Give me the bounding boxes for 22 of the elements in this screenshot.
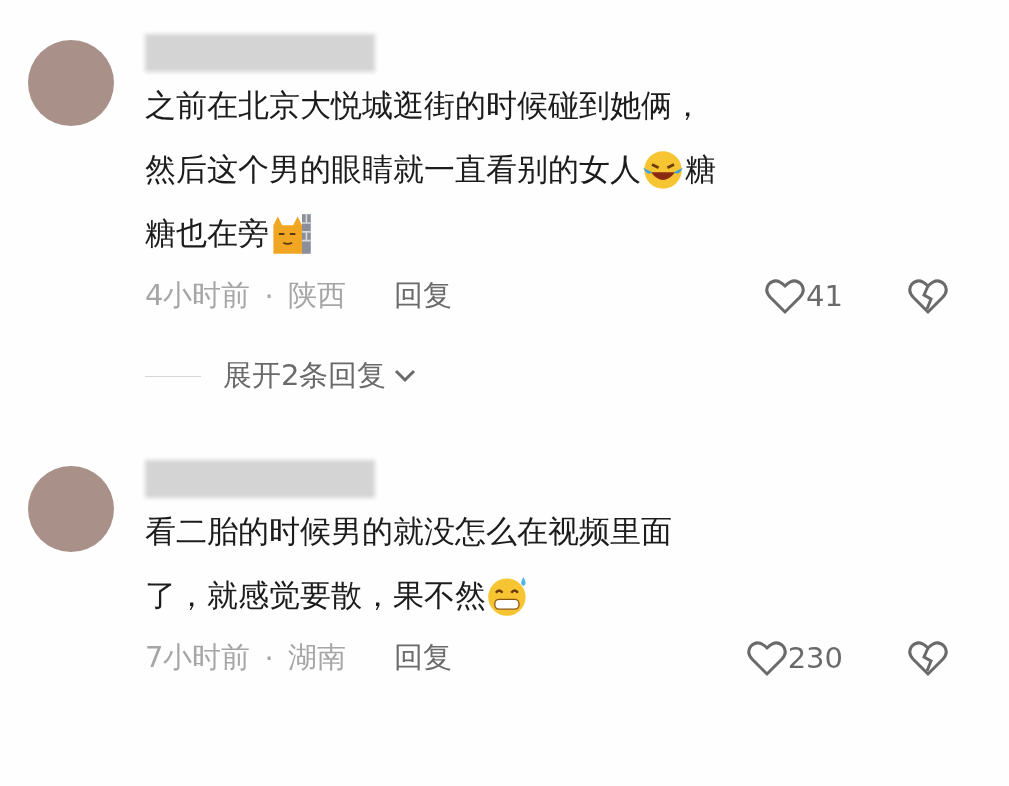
expand-replies-button[interactable]: 展开2条回复 — [223, 356, 419, 396]
reply-button[interactable]: 回复 — [393, 638, 452, 678]
laughing-tears-emoji-icon — [641, 148, 685, 192]
comment-text: 之前在北京大悦城逛街的时候碰到她俩， — [145, 86, 703, 125]
separator-dot: · — [264, 641, 274, 675]
heart-icon[interactable] — [764, 276, 807, 316]
comment-text: 看二胎的时候男的就没怎么在视频里面 — [145, 512, 672, 551]
comment-text: 然后这个男的眼睛就一直看别的女人 — [145, 150, 641, 189]
comment-region: 陕西 — [287, 277, 346, 314]
separator-dot: · — [264, 279, 274, 313]
comment-text: 了，就感觉要散，果不然 — [145, 576, 486, 615]
comment-region: 湖南 — [287, 639, 346, 676]
comment-time: 7小时前 — [145, 639, 251, 676]
comment-text: 糖也在旁 — [145, 214, 269, 253]
reply-button[interactable]: 回复 — [393, 276, 452, 316]
like-count: 230 — [787, 641, 843, 675]
comment-text: 糖 — [685, 150, 716, 189]
broken-heart-icon[interactable] — [907, 638, 949, 678]
broken-heart-icon[interactable] — [907, 276, 949, 316]
heart-icon[interactable] — [745, 638, 788, 678]
comment-time: 4小时前 — [145, 277, 251, 314]
like-count: 41 — [806, 279, 843, 313]
